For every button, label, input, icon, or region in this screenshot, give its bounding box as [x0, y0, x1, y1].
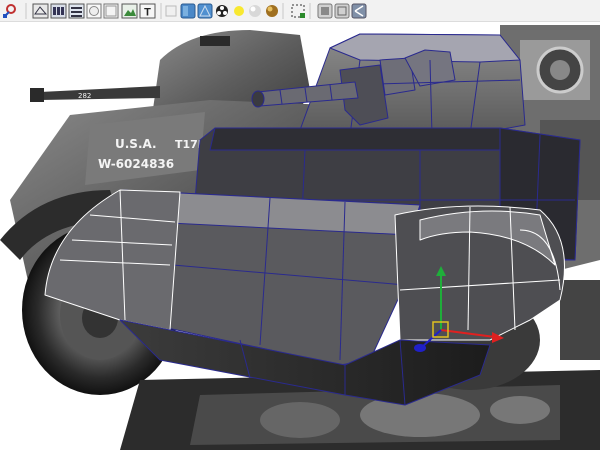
- flat-shading-icon[interactable]: [68, 3, 85, 19]
- smooth-shading-icon[interactable]: [50, 3, 67, 19]
- default-material-icon[interactable]: [165, 5, 177, 17]
- use-lights-icon[interactable]: [216, 5, 228, 17]
- shadows-icon[interactable]: [266, 5, 278, 17]
- 3d-viewport[interactable]: U.S.A. W-6024836 T17El 282: [0, 22, 600, 450]
- wire-on-shaded-icon[interactable]: [197, 3, 213, 19]
- grid-view-icon[interactable]: [334, 3, 350, 19]
- light-bulb-icon[interactable]: [234, 6, 244, 16]
- marking-serial: W-6024836: [98, 157, 174, 171]
- text-tool-icon[interactable]: T: [139, 3, 156, 19]
- viewport-scene: U.S.A. W-6024836 T17El 282: [0, 25, 600, 450]
- select-region-icon[interactable]: [291, 4, 305, 18]
- xray-icon[interactable]: [103, 3, 119, 19]
- marking-number: 282: [78, 92, 91, 100]
- marking-usa: U.S.A.: [115, 137, 157, 151]
- toolbar-icons: T: [3, 3, 367, 19]
- share-icon[interactable]: [351, 3, 367, 19]
- snap-magnet-icon[interactable]: [3, 4, 16, 18]
- camera-view-icon[interactable]: [317, 3, 333, 19]
- svg-text:T: T: [144, 7, 151, 19]
- image-plane-icon[interactable]: [121, 3, 138, 19]
- wireframe-shading-icon[interactable]: [32, 3, 49, 19]
- isolate-select-icon[interactable]: [86, 3, 102, 19]
- textured-icon[interactable]: [180, 3, 196, 19]
- viewport-toolbar: T: [0, 0, 600, 22]
- sphere-shading-icon[interactable]: [249, 5, 261, 17]
